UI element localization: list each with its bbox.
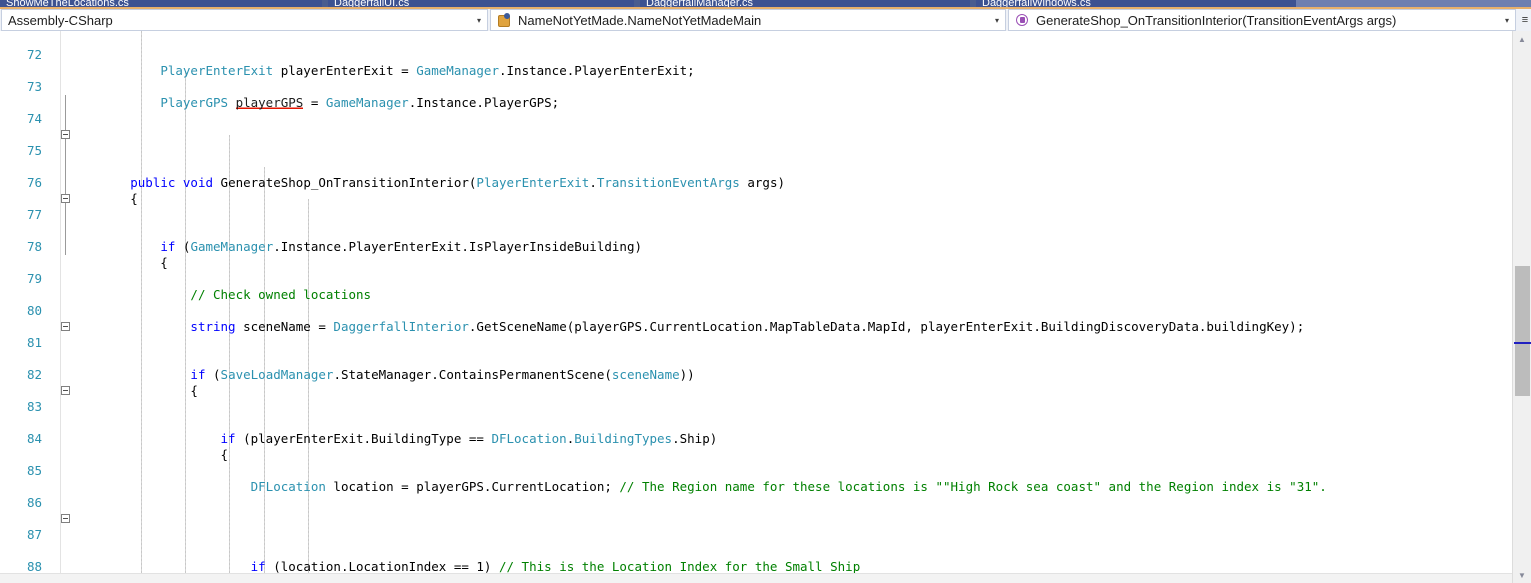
member-dropdown[interactable]: GenerateShop_OnTransitionInterior(Transi…	[1008, 9, 1516, 31]
code-text-area[interactable]: 72 PlayerEnterExit playerEnterExit = Gam…	[0, 31, 1512, 583]
code-line-text: if (SaveLoadManager.StateManager.Contain…	[190, 367, 695, 382]
chevron-down-icon[interactable]: ▾	[989, 10, 1005, 30]
line-number: 75	[26, 143, 42, 158]
code-navigation-bar: Assembly-CSharp ▾ NameNotYetMade.NameNot…	[0, 9, 1531, 31]
line-number: 85	[26, 463, 42, 478]
code-line[interactable]: 81 if (SaveLoadManager.StateManager.Cont…	[0, 319, 1512, 382]
line-number: 73	[26, 79, 42, 94]
code-editor[interactable]: 72 PlayerEnterExit playerEnterExit = Gam…	[0, 31, 1531, 583]
code-line[interactable]: 83 if (playerEnterExit.BuildingType == D…	[0, 383, 1512, 446]
editor-bottom-strip	[0, 573, 1512, 583]
vertical-scrollbar[interactable]: ▲ ▼	[1512, 31, 1531, 583]
line-number: 74	[26, 111, 42, 126]
line-number: 87	[26, 527, 42, 542]
code-line[interactable]: 88 {	[0, 543, 1512, 583]
line-number: 86	[26, 495, 42, 510]
line-number: 82	[26, 367, 42, 382]
line-number: 76	[26, 175, 42, 190]
line-number: 72	[26, 47, 42, 62]
fold-toggle[interactable]	[61, 130, 70, 139]
code-line[interactable]: 78 {	[0, 223, 1512, 270]
scrollbar-thumb[interactable]	[1515, 266, 1530, 396]
code-line[interactable]: 85 DFLocation location = playerGPS.Curre…	[0, 447, 1512, 494]
code-line[interactable]: 75 public void GenerateShop_OnTransition…	[0, 127, 1512, 190]
code-line-text: if (playerEnterExit.BuildingType == DFLo…	[220, 431, 718, 446]
code-line[interactable]: 72 PlayerEnterExit playerEnterExit = Gam…	[0, 31, 1512, 78]
code-line[interactable]: 87 if (location.LocationIndex == 1) // T…	[0, 511, 1512, 574]
chevron-down-icon[interactable]: ▾	[471, 10, 487, 30]
code-line[interactable]: 86	[0, 479, 1512, 510]
tab-strip-empty-area	[1296, 0, 1531, 7]
method-icon	[1014, 12, 1030, 28]
fold-toggle[interactable]	[61, 194, 70, 203]
document-tab[interactable]: ShowMeTheLocations.cs	[0, 0, 322, 7]
document-tab[interactable]: DaggerfallUI.cs	[328, 0, 634, 7]
navigation-bar-overflow-button[interactable]: ≡	[1519, 9, 1531, 31]
document-tab[interactable]: DaggerfallWindows.cs	[976, 0, 1296, 7]
fold-toggle[interactable]	[61, 322, 70, 331]
scroll-up-arrow-icon[interactable]: ▲	[1513, 31, 1531, 47]
code-line[interactable]: 76 {	[0, 159, 1512, 206]
project-dropdown[interactable]: Assembly-CSharp ▾	[1, 9, 488, 31]
code-line[interactable]: 84 {	[0, 415, 1512, 462]
type-dropdown[interactable]: NameNotYetMade.NameNotYetMadeMain ▾	[490, 9, 1006, 31]
code-line-text: if (GameManager.Instance.PlayerEnterExit…	[160, 239, 642, 254]
code-line[interactable]: 73 PlayerGPS playerGPS = GameManager.Ins…	[0, 63, 1512, 110]
type-dropdown-label: NameNotYetMade.NameNotYetMadeMain	[518, 12, 762, 28]
line-number: 80	[26, 303, 42, 318]
line-number: 78	[26, 239, 42, 254]
document-tab-strip[interactable]: ShowMeTheLocations.cs DaggerfallUI.cs Da…	[0, 0, 1531, 7]
scroll-down-arrow-icon[interactable]: ▼	[1513, 567, 1531, 583]
chevron-down-icon[interactable]: ▾	[1499, 10, 1515, 30]
line-number: 83	[26, 399, 42, 414]
class-icon	[496, 12, 512, 28]
line-number: 81	[26, 335, 42, 350]
code-line[interactable]: 79 // Check owned locations	[0, 255, 1512, 302]
code-line[interactable]: 82 {	[0, 351, 1512, 398]
fold-toggle[interactable]	[61, 514, 70, 523]
line-number: 84	[26, 431, 42, 446]
line-number: 77	[26, 207, 42, 222]
code-line[interactable]: 77 if (GameManager.Instance.PlayerEnterE…	[0, 191, 1512, 254]
code-line-text: public void GenerateShop_OnTransitionInt…	[130, 175, 785, 190]
project-dropdown-label: Assembly-CSharp	[8, 12, 113, 28]
code-line[interactable]: 80 string sceneName = DaggerfallInterior…	[0, 287, 1512, 334]
line-number: 79	[26, 271, 42, 286]
member-dropdown-label: GenerateShop_OnTransitionInterior(Transi…	[1036, 12, 1397, 28]
code-line[interactable]: 74	[0, 95, 1512, 126]
scrollbar-caret-marker	[1514, 342, 1531, 344]
fold-toggle[interactable]	[61, 386, 70, 395]
document-tab[interactable]: DaggerfallManager.cs	[640, 0, 970, 7]
